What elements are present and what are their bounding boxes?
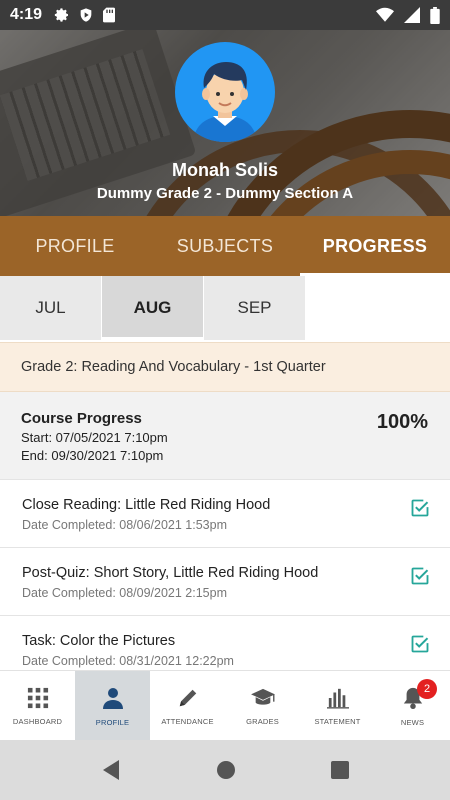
item-date: Date Completed: 08/06/2021 1:53pm [22, 518, 227, 532]
wifi-icon [376, 7, 394, 22]
nav-label: STATEMENT [314, 716, 361, 726]
nav-news[interactable]: 2 NEWS [375, 671, 450, 741]
sd-card-icon [103, 7, 116, 23]
course-title: Grade 2: Reading And Vocabulary - 1st Qu… [0, 342, 450, 392]
month-tab-sep[interactable]: SEP [204, 276, 306, 340]
play-protect-icon [80, 8, 92, 22]
nav-profile[interactable]: PROFILE [75, 671, 150, 741]
nav-label: ATTENDANCE [161, 716, 214, 726]
nav-label: NEWS [400, 717, 425, 727]
home-icon[interactable] [216, 760, 236, 780]
recents-icon[interactable] [331, 761, 349, 779]
person-icon [102, 687, 123, 709]
system-navigation-bar [0, 740, 450, 800]
item-title: Task: Color the Pictures [22, 633, 176, 649]
nav-label: GRADES [246, 716, 279, 726]
nav-label: PROFILE [95, 717, 130, 727]
list-item[interactable]: Close Reading: Little Red Riding Hood Da… [0, 480, 450, 548]
signal-icon [404, 7, 420, 23]
back-icon[interactable] [101, 759, 121, 781]
student-name: Monah Solis [171, 160, 278, 180]
progress-start: Start: 07/05/2021 7:10pm [21, 430, 168, 445]
list-item[interactable]: Post-Quiz: Short Story, Little Red Ridin… [0, 548, 450, 616]
tab-profile[interactable]: PROFILE [0, 216, 150, 276]
tab-subjects[interactable]: SUBJECTS [150, 216, 300, 276]
bar-chart-icon [326, 688, 349, 709]
nav-attendance[interactable]: ATTENDANCE [150, 671, 225, 741]
nav-dashboard[interactable]: DASHBOARD [0, 671, 75, 741]
tab-progress[interactable]: PROGRESS [300, 216, 450, 276]
gear-icon [54, 8, 69, 22]
nav-statement[interactable]: STATEMENT [300, 671, 375, 741]
progress-percent: 100% [376, 411, 428, 433]
item-date: Date Completed: 08/09/2021 2:15pm [22, 586, 227, 600]
graduation-cap-icon [250, 688, 275, 705]
pencil-icon [179, 689, 196, 706]
checkbox-checked-icon [411, 635, 429, 653]
item-date: Date Completed: 08/31/2021 12:22pm [22, 654, 234, 668]
month-tabs: JUL AUG SEP [0, 276, 450, 340]
main-tabs: PROFILE SUBJECTS PROGRESS [0, 216, 450, 276]
grid-icon [27, 687, 48, 708]
item-title: Post-Quiz: Short Story, Little Red Ridin… [22, 565, 319, 581]
progress-label: Course Progress [21, 410, 142, 427]
profile-header: Monah Solis Dummy Grade 2 - Dummy Sectio… [0, 30, 450, 216]
status-bar: 4:19 [0, 0, 450, 30]
battery-icon [430, 6, 440, 24]
month-tab-jul[interactable]: JUL [0, 276, 102, 340]
progress-end: End: 09/30/2021 7:10pm [21, 448, 164, 463]
course-progress: Course Progress Start: 07/05/2021 7:10pm… [0, 392, 450, 480]
bottom-navigation: DASHBOARD PROFILE ATTENDANCE GRADES STAT… [0, 670, 450, 741]
student-avatar-icon [175, 42, 275, 142]
list-item[interactable]: Task: Color the Pictures Date Completed:… [0, 616, 450, 670]
nav-label: DASHBOARD [12, 716, 63, 726]
item-title: Close Reading: Little Red Riding Hood [22, 497, 271, 513]
checkbox-checked-icon [411, 567, 429, 585]
checkbox-checked-icon [411, 499, 429, 517]
student-section: Dummy Grade 2 - Dummy Section A [96, 185, 354, 202]
news-badge: 2 [417, 679, 437, 699]
nav-grades[interactable]: GRADES [225, 671, 300, 741]
status-time: 4:19 [10, 6, 43, 23]
month-tab-aug[interactable]: AUG [102, 276, 204, 340]
